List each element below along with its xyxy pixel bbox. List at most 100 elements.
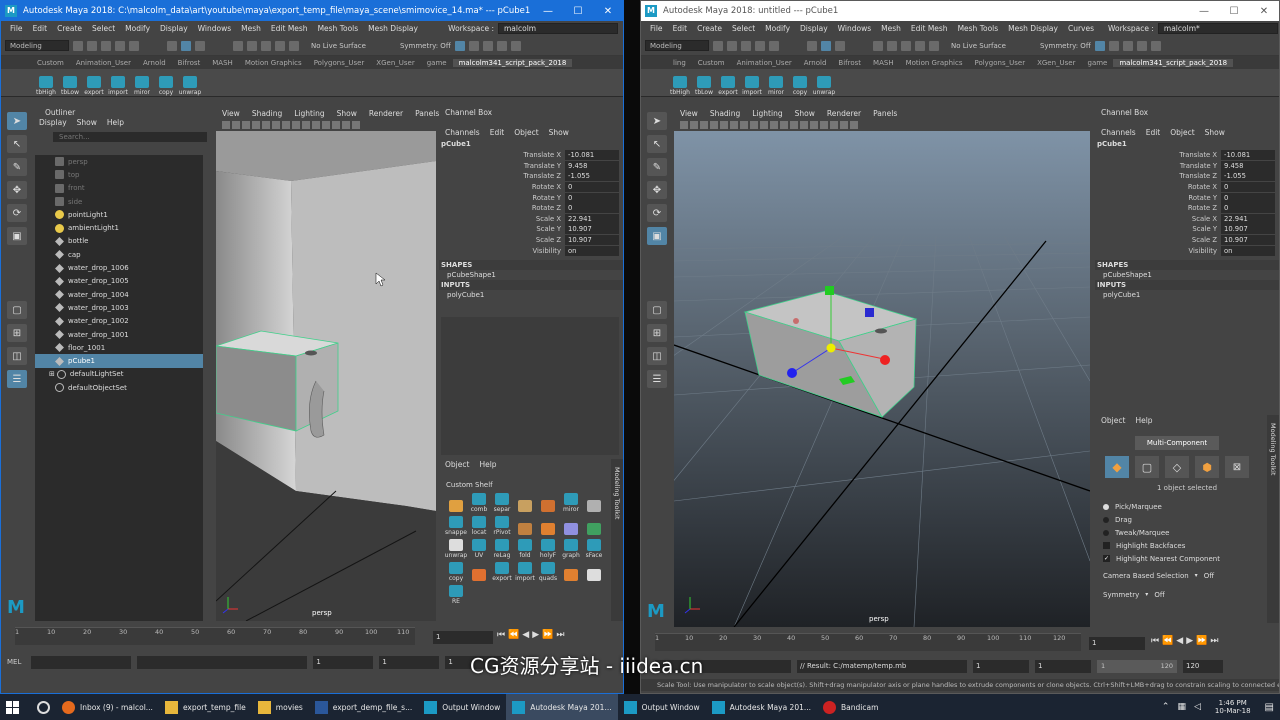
shelf-button[interactable]: tbLow — [693, 69, 715, 96]
face-mode-icon[interactable]: ⬢ — [1195, 456, 1219, 478]
rotate-tool-icon[interactable]: ⟳ — [7, 204, 27, 222]
shelf-tab-active[interactable]: malcolm341_script_pack_2018 — [452, 58, 573, 67]
workspace-dropdown[interactable]: malcolm* — [1157, 23, 1278, 34]
select-object-icon[interactable] — [821, 40, 831, 51]
single-view-icon[interactable]: ▢ — [647, 301, 667, 319]
render-settings-icon[interactable] — [1122, 40, 1133, 51]
lasso-tool-icon[interactable]: ↖ — [7, 135, 27, 153]
cb-attr-row[interactable]: Rotate Z0 — [1095, 203, 1279, 214]
select-component-icon[interactable] — [835, 40, 845, 51]
hypershade-icon[interactable] — [496, 40, 507, 51]
cb-menu-show[interactable]: Show — [1205, 128, 1225, 137]
image-plane-icon[interactable] — [710, 121, 718, 129]
custom-shelf-button[interactable]: graph — [560, 537, 582, 559]
custom-shelf-button[interactable]: reLag — [491, 537, 513, 559]
task-search[interactable] — [31, 694, 56, 720]
menu-select[interactable]: Select — [727, 24, 760, 33]
custom-shelf-button[interactable] — [537, 491, 559, 513]
shelf-button[interactable]: unwrap — [813, 69, 835, 96]
taskbar-item-firefox[interactable]: Inbox (9) - malcol... — [56, 694, 159, 720]
bookmark-icon[interactable] — [700, 121, 708, 129]
outliner-item[interactable]: water_drop_1002 — [35, 315, 203, 328]
grid-icon[interactable] — [720, 121, 728, 129]
outliner-item[interactable]: water_drop_1004 — [35, 288, 203, 301]
outliner-item[interactable]: defaultObjectSet — [35, 381, 203, 394]
mel-label[interactable]: MEL — [7, 658, 21, 666]
render-settings-icon[interactable] — [482, 40, 493, 51]
outliner-menu-display[interactable]: Display — [39, 118, 67, 127]
outliner-item[interactable]: persp — [35, 155, 203, 168]
camera-select-icon[interactable] — [680, 121, 688, 129]
outliner-layout-icon[interactable]: ☰ — [647, 370, 667, 388]
shelf-button[interactable]: tbHigh — [35, 69, 57, 96]
time-slider-strip[interactable]: 1 10 20 30 40 50 60 70 80 90 100 110 — [15, 627, 415, 645]
ipr-icon[interactable] — [1108, 40, 1119, 51]
mode-dropdown[interactable]: Modeling — [5, 40, 69, 51]
taskbar-item-folder[interactable]: export_temp_file — [159, 694, 252, 720]
live-surface-label[interactable]: No Live Surface — [951, 42, 1006, 50]
film-gate-icon[interactable] — [730, 121, 738, 129]
custom-shelf-button[interactable]: copy — [445, 560, 467, 582]
time-slider-strip[interactable]: 1 10 20 30 40 50 60 70 80 90 100 110 120 — [655, 633, 1081, 651]
shelf-button[interactable]: tbLow — [59, 69, 81, 96]
modeling-toolkit-tab[interactable]: Modeling Toolkit — [1267, 415, 1279, 623]
shadows-icon[interactable] — [790, 121, 798, 129]
playback-controls[interactable]: ⏮⏪◀▶⏩⏭ — [497, 630, 567, 640]
bookmark-icon[interactable] — [242, 121, 250, 129]
cb-attr-row[interactable]: Translate X -10.081 — [1095, 150, 1279, 161]
cb-menu-edit[interactable]: Edit — [490, 128, 505, 137]
rotate-tool-icon[interactable]: ⟳ — [647, 204, 667, 222]
live-surface-label[interactable]: No Live Surface — [311, 42, 366, 50]
range-end-field[interactable]: 120 — [1183, 659, 1223, 673]
camera-attr-icon[interactable] — [690, 121, 698, 129]
input-node[interactable]: polyCube1 — [439, 290, 623, 300]
lights-icon[interactable] — [322, 121, 330, 129]
custom-shelf-button[interactable]: export — [491, 560, 513, 582]
taskbar-item-folder[interactable]: movies — [252, 694, 309, 720]
paint-select-icon[interactable]: ✎ — [7, 158, 27, 176]
image-plane-icon[interactable] — [252, 121, 260, 129]
vp-menu-view[interactable]: View — [680, 109, 698, 118]
time-slider[interactable]: 1 10 20 30 40 50 60 70 80 90 100 110 120… — [641, 627, 1279, 659]
range-slider[interactable]: 1 120 — [1097, 659, 1177, 673]
start-button[interactable] — [0, 694, 25, 720]
snap-grid-icon[interactable] — [873, 40, 883, 51]
menu-edit[interactable]: Edit — [28, 24, 53, 33]
outliner-item[interactable]: ambientLight1 — [35, 221, 203, 234]
shelf-tab[interactable]: ling — [667, 59, 692, 67]
undo-icon[interactable] — [755, 40, 765, 51]
custom-shelf-button[interactable]: quads — [537, 560, 559, 582]
grid-icon[interactable] — [262, 121, 270, 129]
snap-grid-icon[interactable] — [233, 40, 243, 51]
outliner-item[interactable]: side — [35, 195, 203, 208]
menu-select[interactable]: Select — [87, 24, 120, 33]
expand-icon[interactable]: ⊞ — [49, 370, 55, 378]
outliner-menu-show[interactable]: Show — [77, 118, 97, 127]
vp-menu-panels[interactable]: Panels — [873, 109, 897, 118]
cs-menu-object[interactable]: Object — [445, 460, 469, 469]
outliner-layout-icon[interactable]: ☰ — [7, 370, 27, 388]
new-scene-icon[interactable] — [73, 40, 83, 51]
outliner-search-input[interactable]: Search... — [53, 132, 207, 142]
vp-menu-shading[interactable]: Shading — [252, 109, 282, 118]
cb-attr-row[interactable]: Scale Y 10.907 — [439, 224, 623, 235]
cb-attr-row[interactable]: Visibility on — [1095, 245, 1279, 256]
snap-curve-icon[interactable] — [887, 40, 897, 51]
wireframe-icon[interactable] — [292, 121, 300, 129]
menu-mesh-display[interactable]: Mesh Display — [1003, 24, 1063, 33]
cb-attr-row[interactable]: Rotate X0 — [1095, 182, 1279, 193]
menu-create[interactable]: Create — [52, 24, 87, 33]
toggle-panels-icon[interactable] — [1150, 40, 1161, 51]
scale-tool-icon[interactable]: ▣ — [7, 227, 27, 245]
workspace-dropdown[interactable]: malcolm — [498, 23, 618, 34]
highlight-backfaces-checkbox[interactable]: Highlight Backfaces — [1095, 539, 1279, 552]
outliner-item[interactable]: water_drop_1001 — [35, 328, 203, 341]
vp-menu-panels[interactable]: Panels — [415, 109, 439, 118]
close-button[interactable]: ✕ — [593, 6, 623, 17]
shape-node[interactable]: pCubeShape1 — [439, 270, 623, 280]
mt-menu-help[interactable]: Help — [1135, 416, 1152, 425]
pick-marquee-option[interactable]: Pick/Marquee — [1095, 500, 1279, 513]
save-scene-icon[interactable] — [101, 40, 111, 51]
menu-mesh-tools[interactable]: Mesh Tools — [953, 24, 1004, 33]
taskbar-item-word[interactable]: export_demp_file_s... — [309, 694, 418, 720]
